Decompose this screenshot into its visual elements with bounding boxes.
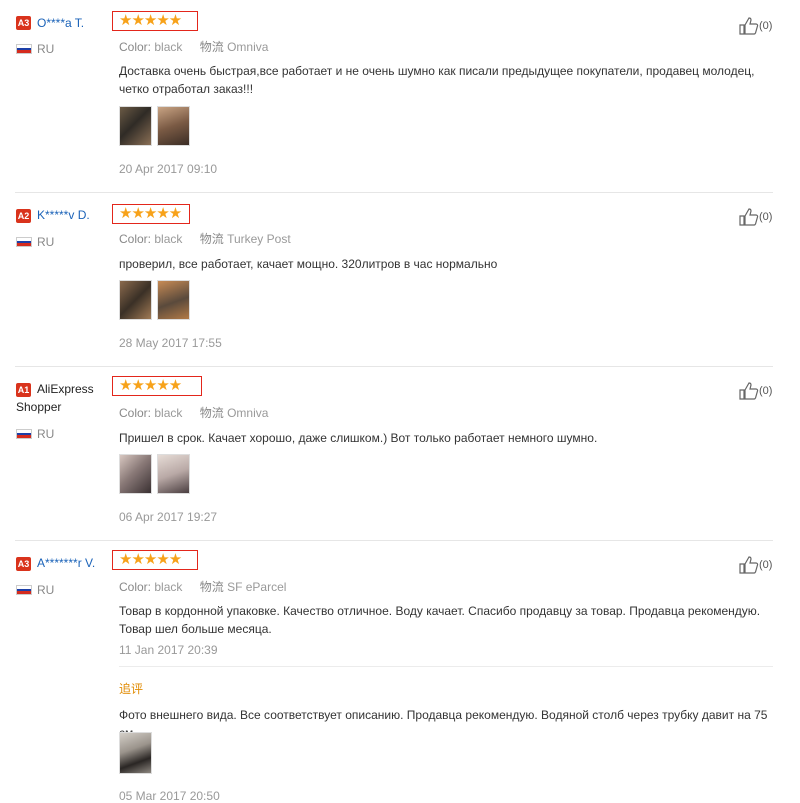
star-rating: ★★★★★ <box>119 377 182 394</box>
color-label: Color: <box>119 406 152 420</box>
like-button[interactable]: (0) <box>739 382 772 400</box>
thumbs-up-icon <box>739 17 759 35</box>
like-button[interactable]: (0) <box>739 556 772 574</box>
review-photo[interactable] <box>119 106 152 146</box>
russia-flag-icon <box>16 585 32 595</box>
reviewer-name[interactable]: K*****v D. <box>37 208 90 222</box>
like-button[interactable]: (0) <box>739 17 772 35</box>
russia-flag-icon <box>16 44 32 54</box>
review-photo[interactable] <box>119 454 152 494</box>
divider <box>15 366 773 367</box>
thumbs-up-icon <box>739 208 759 226</box>
followup-text: Фото внешнего вида. Все соответствует оп… <box>119 708 768 740</box>
like-count: (0) <box>759 384 773 397</box>
followup-date: 05 Mar 2017 20:50 <box>119 789 220 803</box>
review-photo[interactable] <box>157 280 190 320</box>
star-rating: ★★★★★ <box>119 12 182 29</box>
divider <box>15 192 773 193</box>
color-label: Color: <box>119 580 152 594</box>
divider <box>15 540 773 541</box>
star-rating: ★★★★★ <box>119 551 182 568</box>
color-value: black <box>154 580 183 594</box>
color-label: Color: <box>119 40 152 54</box>
color-label: Color: <box>119 232 152 246</box>
review-photo[interactable] <box>157 454 190 494</box>
order-info: Color: black 物流 Omniva <box>119 38 268 55</box>
review-text: Товар в кордонной упаковке. Качество отл… <box>119 604 761 636</box>
review-date: 06 Apr 2017 19:27 <box>119 510 218 524</box>
reviewer-country: RU <box>37 583 55 597</box>
shipping-label: 物流 <box>199 40 224 54</box>
like-count: (0) <box>759 558 773 571</box>
shipping-label: 物流 <box>199 580 224 594</box>
rating-highlight: ★★★★★ <box>112 376 202 396</box>
level-badge: A2 <box>16 209 31 223</box>
order-info: Color: black 物流 SF eParcel <box>119 578 286 595</box>
russia-flag-icon <box>16 429 32 439</box>
review-text: проверил, все работает, качает мощно. 32… <box>119 257 498 271</box>
reviewer-name[interactable]: O****a T. <box>37 16 84 30</box>
shipping-value: Omniva <box>227 406 269 420</box>
rating-highlight: ★★★★★ <box>112 550 198 570</box>
followup-photo[interactable] <box>119 732 152 774</box>
shipping-label: 物流 <box>199 232 224 246</box>
level-badge: A3 <box>16 16 31 30</box>
rating-highlight: ★★★★★ <box>112 204 190 224</box>
star-rating: ★★★★★ <box>119 205 182 222</box>
shipping-value: Turkey Post <box>227 232 291 246</box>
thumbs-up-icon <box>739 556 759 574</box>
rating-highlight: ★★★★★ <box>112 11 198 31</box>
color-value: black <box>154 232 183 246</box>
shipping-label: 物流 <box>199 406 224 420</box>
review-date: 11 Jan 2017 20:39 <box>119 643 218 657</box>
review-text: Пришел в срок. Качает хорошо, даже слишк… <box>119 431 598 445</box>
reviewer-name[interactable]: A*******r V. <box>37 556 95 570</box>
reviewer-country: RU <box>37 42 55 56</box>
review-photo[interactable] <box>119 280 152 320</box>
reviewer-name[interactable]: AliExpress Shopper <box>16 380 106 416</box>
shipping-value: Omniva <box>227 40 269 54</box>
reviewer-country: RU <box>37 427 55 441</box>
followup-divider <box>119 666 773 667</box>
color-value: black <box>154 40 183 54</box>
like-count: (0) <box>759 19 773 32</box>
reviewer-country: RU <box>37 235 55 249</box>
russia-flag-icon <box>16 237 32 247</box>
order-info: Color: black 物流 Omniva <box>119 404 268 421</box>
review-text: Доставка очень быстрая,все работает и не… <box>119 64 755 96</box>
review-date: 28 May 2017 17:55 <box>119 336 222 350</box>
like-count: (0) <box>759 210 773 223</box>
review-date: 20 Apr 2017 09:10 <box>119 162 218 176</box>
thumbs-up-icon <box>739 382 759 400</box>
review-photo[interactable] <box>157 106 190 146</box>
order-info: Color: black 物流 Turkey Post <box>119 230 291 247</box>
color-value: black <box>154 406 183 420</box>
followup-label: 追评 <box>119 682 144 696</box>
shipping-value: SF eParcel <box>227 580 287 594</box>
level-badge: A3 <box>16 557 31 571</box>
like-button[interactable]: (0) <box>739 208 772 226</box>
